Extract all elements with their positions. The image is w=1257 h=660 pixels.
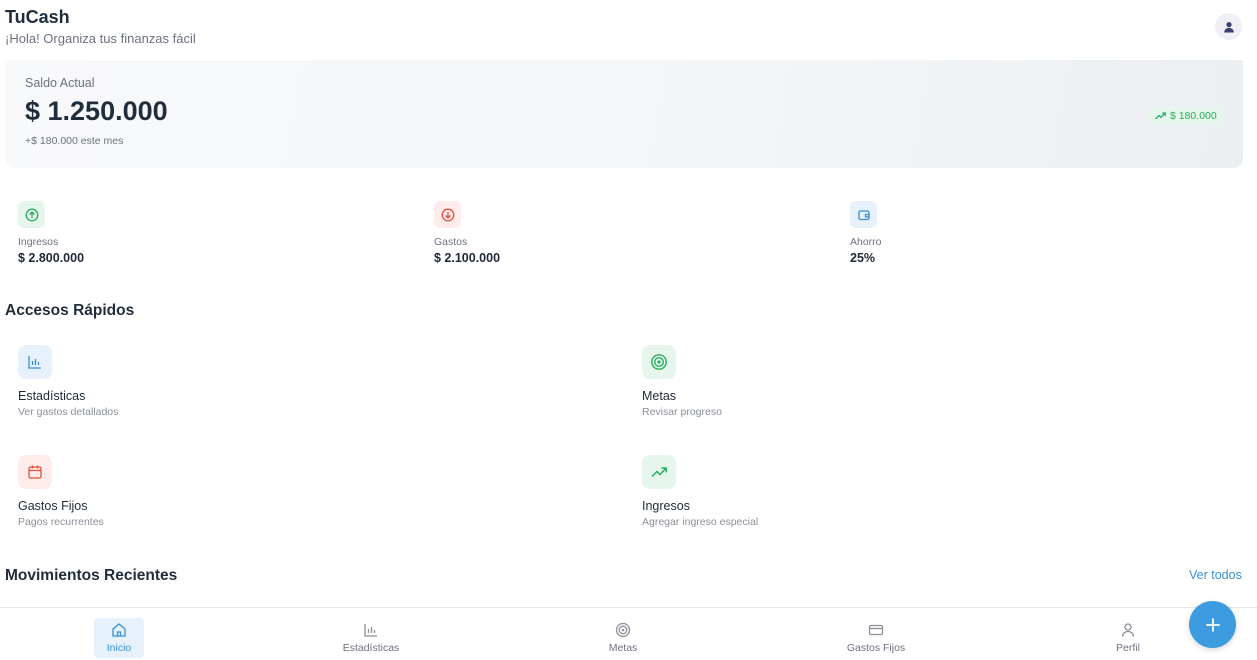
- balance-card: Saldo Actual $ 1.250.000 +$ 180.000 este…: [5, 60, 1243, 168]
- quick-access-label: Estadísticas: [18, 389, 86, 403]
- nav-item-metas[interactable]: Metas: [598, 618, 648, 658]
- stat-expenses: Gastos $ 2.100.000: [434, 201, 634, 265]
- app-title: TuCash: [5, 7, 70, 27]
- nav-item-label: Estadísticas: [342, 642, 400, 654]
- app-header: TuCash ¡Hola! Organiza tus finanzas fáci…: [0, 0, 1257, 60]
- see-all-link[interactable]: Ver todos: [1189, 568, 1242, 582]
- nav-item-estadisticas[interactable]: Estadísticas: [331, 618, 411, 658]
- nav-item-label: Gastos Fijos: [846, 642, 906, 654]
- quick-access-description: Agregar ingreso especial: [642, 516, 759, 528]
- trend-badge: $ 180.000: [1148, 107, 1224, 125]
- target-icon: [642, 345, 676, 379]
- target-icon: [615, 622, 631, 638]
- quick-access-description: Pagos recurrentes: [18, 516, 104, 528]
- quick-access-title: Accesos Rápidos: [5, 302, 135, 319]
- app-subtitle: ¡Hola! Organiza tus finanzas fácil: [5, 31, 196, 46]
- nav-item-label: Perfil: [1116, 642, 1140, 654]
- quick-access-fixed-expenses[interactable]: Gastos Fijos Pagos recurrentes: [18, 455, 318, 528]
- stat-savings: Ahorro 25%: [850, 201, 1050, 265]
- calendar-icon: [18, 455, 52, 489]
- quick-access-label: Ingresos: [642, 499, 690, 513]
- plus-icon: [1205, 617, 1221, 633]
- trending-up-icon: [642, 455, 676, 489]
- nav-item-label: Metas: [608, 642, 638, 654]
- stat-value: 25%: [850, 251, 876, 265]
- add-transaction-button[interactable]: [1189, 601, 1236, 648]
- nav-item-label: Inicio: [106, 642, 132, 654]
- stat-income: Ingresos $ 2.800.000: [18, 201, 218, 265]
- avatar-button[interactable]: [1215, 13, 1242, 40]
- balance-label: Saldo Actual: [25, 76, 95, 90]
- nav-item-inicio[interactable]: Inicio: [94, 618, 144, 658]
- trend-badge-value: $ 180.000: [1170, 110, 1217, 122]
- bar-chart-icon: [363, 622, 379, 638]
- quick-access-income[interactable]: Ingresos Agregar ingreso especial: [642, 455, 942, 528]
- quick-access-goals[interactable]: Metas Revisar progreso: [642, 345, 942, 418]
- recent-movements-title: Movimientos Recientes: [5, 567, 178, 584]
- balance-value: $ 1.250.000: [25, 96, 168, 126]
- wallet-icon: [850, 201, 877, 228]
- quick-access-description: Revisar progreso: [642, 406, 722, 418]
- arrow-down-circle-icon: [434, 201, 461, 228]
- quick-access-label: Gastos Fijos: [18, 499, 88, 513]
- stat-label: Ahorro: [850, 236, 882, 248]
- quick-access-statistics[interactable]: Estadísticas Ver gastos detallados: [18, 345, 318, 418]
- credit-card-icon: [868, 622, 884, 638]
- user-icon: [1120, 622, 1136, 638]
- stat-label: Gastos: [434, 236, 468, 248]
- stat-value: $ 2.800.000: [18, 251, 85, 265]
- trending-up-icon: [1155, 112, 1166, 120]
- nav-item-gastos-fijos[interactable]: Gastos Fijos: [836, 618, 916, 658]
- quick-access-description: Ver gastos detallados: [18, 406, 119, 418]
- home-icon: [111, 622, 127, 638]
- nav-item-perfil[interactable]: Perfil: [1103, 618, 1153, 658]
- user-icon: [1223, 21, 1235, 33]
- arrow-up-circle-icon: [18, 201, 45, 228]
- quick-access-label: Metas: [642, 389, 677, 403]
- balance-note: +$ 180.000 este mes: [25, 135, 124, 147]
- bar-chart-icon: [18, 345, 52, 379]
- bottom-nav: Inicio Estadísticas Metas Gastos Fijos P…: [0, 607, 1257, 660]
- stat-value: $ 2.100.000: [434, 251, 501, 265]
- stat-label: Ingresos: [18, 236, 59, 248]
